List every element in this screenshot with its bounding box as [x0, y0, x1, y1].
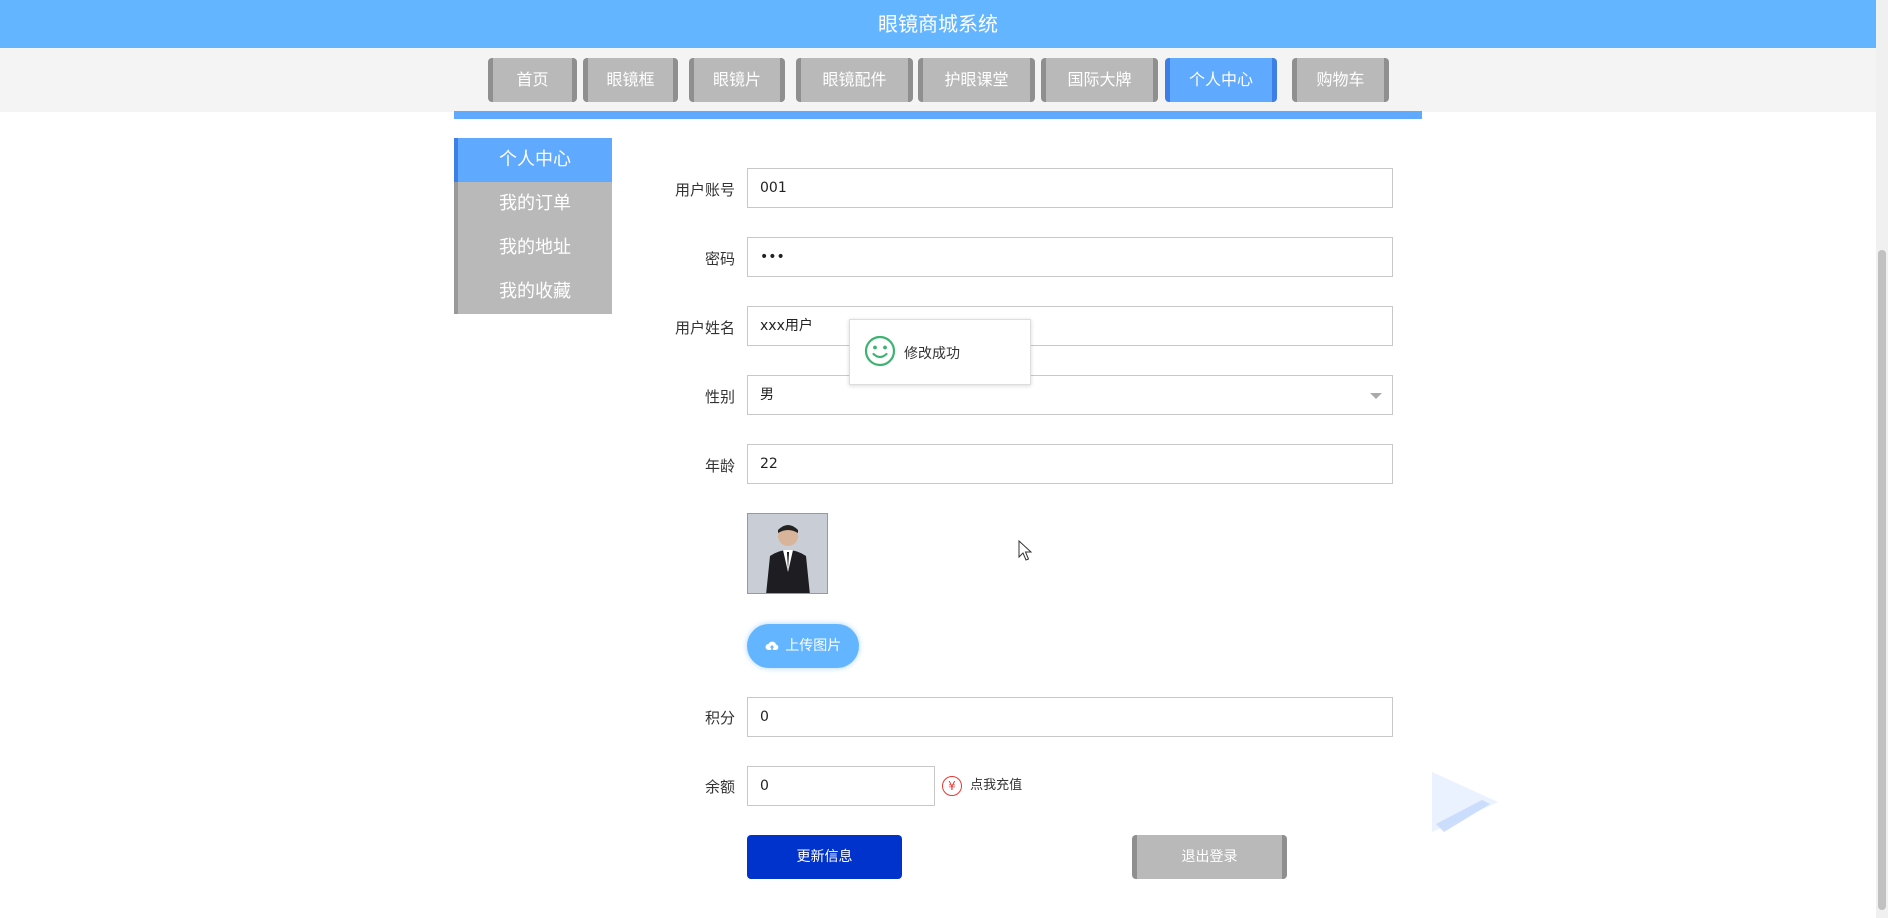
account-label: 用户账号 — [674, 181, 735, 199]
cloud-upload-icon — [765, 641, 779, 650]
nav-accessories[interactable]: 眼镜配件 — [796, 58, 913, 102]
recharge-label: 点我充值 — [970, 778, 1023, 793]
nav-eye-care[interactable]: 护眼课堂 — [918, 58, 1035, 102]
upload-image-button[interactable]: 上传图片 — [747, 624, 859, 668]
yen-icon: ¥ — [942, 775, 962, 796]
name-field[interactable]: xxx用户 — [747, 306, 1393, 346]
chevron-down-icon — [1370, 393, 1382, 399]
upload-image-label: 上传图片 — [785, 638, 842, 654]
update-info-button[interactable]: 更新信息 — [747, 835, 902, 879]
mouse-cursor-icon — [1018, 540, 1033, 561]
recharge-link[interactable]: ¥ 点我充值 — [942, 774, 1022, 796]
app-title: 眼镜商城系统 — [878, 12, 998, 36]
sidebar-item-orders[interactable]: 我的订单 — [454, 182, 612, 226]
app-header: 眼镜商城系统 — [0, 0, 1876, 48]
nav-lenses[interactable]: 眼镜片 — [689, 58, 785, 102]
password-field[interactable]: ••• — [747, 237, 1393, 277]
smile-icon — [864, 335, 896, 367]
nav-brands[interactable]: 国际大牌 — [1041, 58, 1158, 102]
nav-cart[interactable]: 购物车 — [1292, 58, 1389, 102]
accent-divider — [454, 111, 1422, 119]
decorative-play-icon — [1432, 772, 1498, 832]
age-label: 年龄 — [704, 457, 735, 475]
sidebar-item-favorites[interactable]: 我的收藏 — [454, 270, 612, 314]
gender-select[interactable]: 男 — [747, 375, 1393, 415]
gender-value: 男 — [760, 387, 774, 403]
nav-frames[interactable]: 眼镜框 — [583, 58, 678, 102]
balance-field[interactable]: 0 — [747, 766, 935, 806]
nav-home[interactable]: 首页 — [488, 58, 577, 102]
success-toast: 修改成功 — [849, 319, 1031, 385]
avatar — [747, 513, 828, 594]
logout-button[interactable]: 退出登录 — [1132, 835, 1287, 879]
points-field[interactable]: 0 — [747, 697, 1393, 737]
account-field[interactable]: 001 — [747, 168, 1393, 208]
scrollbar-thumb[interactable] — [1878, 250, 1886, 910]
top-nav: 首页 眼镜框 眼镜片 眼镜配件 护眼课堂 国际大牌 个人中心 购物车 — [0, 48, 1876, 112]
vertical-scrollbar[interactable] — [1876, 0, 1888, 918]
sidebar-item-personal-center[interactable]: 个人中心 — [454, 138, 612, 182]
sidebar: 个人中心 我的订单 我的地址 我的收藏 — [454, 138, 612, 314]
points-label: 积分 — [704, 709, 735, 727]
avatar-photo-icon — [748, 514, 827, 593]
balance-label: 余额 — [704, 778, 735, 796]
nav-personal-center[interactable]: 个人中心 — [1165, 58, 1277, 102]
age-field[interactable]: 22 — [747, 444, 1393, 484]
password-label: 密码 — [704, 250, 735, 268]
toast-message: 修改成功 — [904, 346, 960, 362]
sidebar-item-address[interactable]: 我的地址 — [454, 226, 612, 270]
name-label: 用户姓名 — [674, 319, 735, 337]
gender-label: 性别 — [704, 388, 735, 406]
